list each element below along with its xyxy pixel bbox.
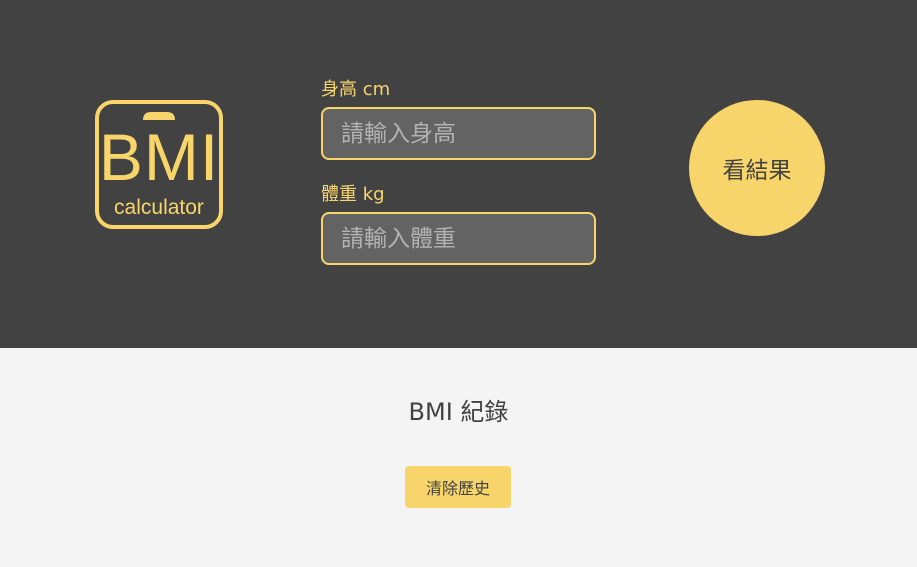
calculator-panel: BMI calculator 身高 cm 體重 kg 看結果 bbox=[0, 0, 917, 348]
records-title: BMI 紀錄 bbox=[408, 398, 509, 426]
height-input[interactable] bbox=[321, 107, 596, 160]
logo-title: BMI bbox=[98, 120, 220, 194]
weight-label: 體重 kg bbox=[321, 184, 385, 205]
clear-history-button[interactable]: 清除歷史 bbox=[405, 466, 511, 508]
height-label: 身高 cm bbox=[321, 79, 391, 100]
logo-subtitle: calculator bbox=[114, 196, 204, 219]
weight-input[interactable] bbox=[321, 212, 596, 265]
bmi-logo: BMI calculator bbox=[93, 100, 225, 230]
records-section: BMI 紀錄 清除歷史 bbox=[0, 348, 917, 567]
see-result-button[interactable]: 看結果 bbox=[689, 100, 825, 236]
